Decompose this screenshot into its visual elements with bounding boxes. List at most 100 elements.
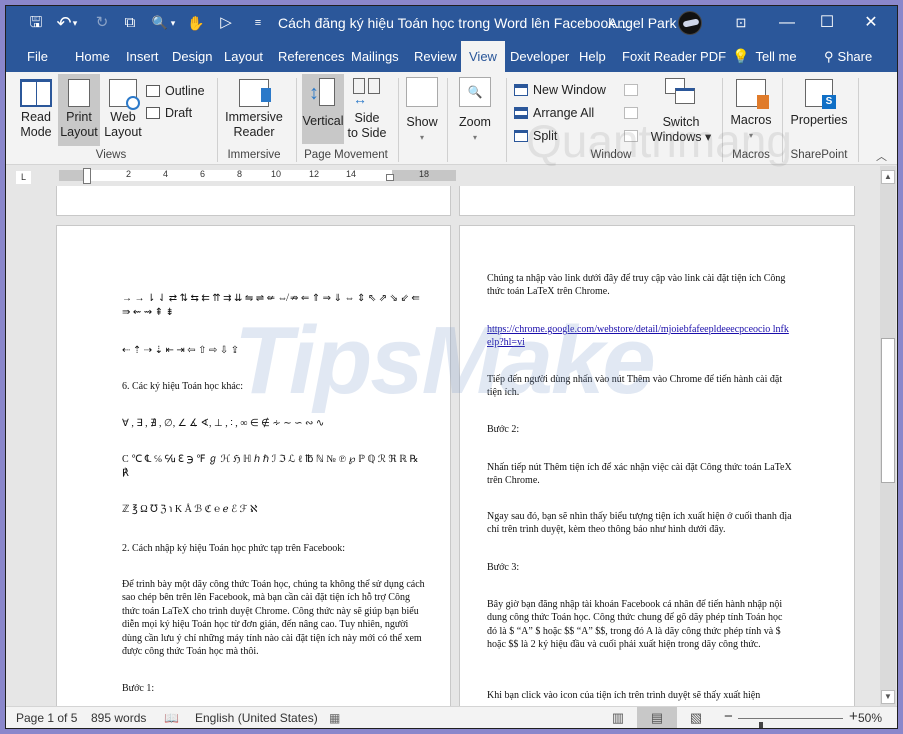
zoom-slider[interactable] [738, 718, 843, 728]
side-to-side-button[interactable]: ↔ Side to Side [346, 76, 388, 146]
tab-insert[interactable]: Insert [120, 41, 165, 72]
immersive-group-label: Immersive [227, 149, 281, 161]
customize-qat-icon[interactable]: ≡ [248, 13, 268, 33]
web-layout-label-2: Layout [104, 125, 142, 139]
print-layout-label-2: Layout [60, 125, 98, 139]
tab-foxit-reader-pdf[interactable]: Foxit Reader PDF [616, 41, 732, 72]
view-side-by-side-button[interactable] [624, 81, 638, 99]
arrange-all-label: Arrange All [533, 106, 595, 120]
page-count[interactable]: Page 1 of 5 [16, 711, 77, 725]
draft-icon [146, 107, 160, 119]
tell-me-box[interactable]: 💡 Tell me [726, 41, 803, 72]
save-icon[interactable]: 🖫 [26, 13, 46, 33]
immersive-reader-button[interactable]: Immersive Reader [224, 76, 284, 146]
maximize-button[interactable]: ☐ [804, 6, 850, 41]
zoom-dropdown-icon: ▾ [472, 133, 477, 142]
right-indent-marker[interactable] [386, 174, 394, 181]
zoom-slider-thumb[interactable] [759, 722, 764, 728]
tab-home[interactable]: Home [69, 41, 116, 72]
ruler-tick: 14 [346, 169, 357, 179]
synchronous-scrolling-button[interactable] [624, 104, 638, 122]
page-left: → → ⇂ ⇃ ⇄ ⇅ ⇆ ⇇ ⇈ ⇉ ⇊ ⇋ ⇌ ⇍ ⇎ ⇏ ⇐ ⇑ ⇒ ⇓ … [56, 225, 451, 706]
tab-review[interactable]: Review [408, 41, 463, 72]
word-count[interactable]: 895 words [91, 711, 146, 725]
scroll-up-arrow-icon[interactable]: ▲ [881, 170, 895, 184]
collapse-ribbon-icon[interactable]: ︿ [876, 148, 887, 164]
ruler-tick: 4 [163, 169, 169, 179]
read-mode-view-icon[interactable]: ▥ [598, 707, 638, 728]
ribbon-display-options-button[interactable]: ⊡ [718, 6, 764, 41]
outline-button[interactable]: Outline [146, 82, 205, 100]
title-bar: 🖫 ↶ ▾ ↻ ⧉ 🔍 ▾ ✋ ▷ ≡ Cách đăng ký hiệu To… [6, 6, 897, 41]
tab-references[interactable]: References [272, 41, 350, 72]
read-mode-button[interactable]: Read Mode [16, 76, 56, 146]
paragraph: Chúng ta nhập vào link dưới đây để truy … [487, 273, 786, 298]
vertical-scroll-icon: ↕ [309, 78, 337, 108]
tab-help[interactable]: Help [573, 41, 612, 72]
ruler-tick: 12 [309, 169, 320, 179]
web-layout-button[interactable]: Web Layout [102, 76, 144, 146]
macro-recording-icon[interactable]: ▦ [329, 711, 340, 725]
outline-label: Outline [165, 84, 205, 98]
zoom-level[interactable]: 50% [858, 711, 882, 725]
tab-design[interactable]: Design [166, 41, 218, 72]
tab-file[interactable]: File [21, 41, 54, 72]
split-button[interactable]: Split [514, 127, 557, 145]
close-button[interactable]: ✕ [848, 6, 894, 41]
touch-mode-icon[interactable]: ✋ [186, 13, 206, 33]
print-layout-button[interactable]: Print Layout [58, 74, 100, 146]
reset-window-position-button[interactable] [624, 127, 638, 145]
print-layout-view-icon[interactable]: ▤ [637, 707, 677, 728]
immersive-reader-label-1: Immersive [225, 110, 283, 124]
language[interactable]: English (United States) [195, 711, 318, 725]
arrange-all-button[interactable]: Arrange All [514, 104, 594, 122]
zoom-out-button[interactable]: − [724, 708, 733, 725]
step-heading: Bước 1: [122, 683, 155, 694]
tab-mailings[interactable]: Mailings [345, 41, 405, 72]
undo-dropdown-icon[interactable]: ▾ [70, 13, 80, 33]
print-preview-dropdown-icon[interactable]: ▾ [168, 13, 178, 33]
show-button[interactable]: Show ▾ [404, 76, 440, 146]
proofing-icon[interactable]: 📖 [164, 711, 179, 725]
properties-button[interactable]: S Properties [786, 76, 852, 146]
page-top-left [56, 186, 451, 216]
macros-group-label: Macros [732, 149, 770, 161]
redo-icon[interactable]: ↻ [92, 13, 112, 33]
switch-windows-button[interactable]: Switch Windows ▾ [650, 76, 712, 146]
zoom-in-button[interactable]: + [849, 708, 858, 725]
tab-selector[interactable]: L [16, 171, 31, 184]
show-dropdown-icon: ▾ [419, 133, 424, 142]
copy-format-icon[interactable]: ⧉ [120, 13, 140, 33]
macros-label: Macros [730, 113, 772, 127]
new-window-button[interactable]: New Window [514, 81, 606, 99]
new-window-label: New Window [533, 83, 606, 97]
paragraph: ℟ [122, 468, 129, 479]
draft-button[interactable]: Draft [146, 104, 192, 122]
zoom-button[interactable]: 🔍 Zoom ▾ [455, 76, 495, 146]
print-layout-label-1: Print [66, 110, 92, 124]
scrollbar-thumb[interactable] [881, 338, 895, 483]
web-layout-view-icon[interactable]: ▧ [676, 707, 716, 728]
indent-marker[interactable] [83, 168, 91, 184]
horizontal-ruler[interactable]: 2 4 6 8 10 12 14 18 [59, 168, 456, 184]
print-preview-icon[interactable]: 🔍 [150, 13, 170, 33]
tell-me-label: Tell me [755, 49, 797, 64]
zoom-label: Zoom [459, 115, 491, 129]
scroll-down-arrow-icon[interactable]: ▼ [881, 690, 895, 704]
show-icon [406, 77, 438, 107]
ruler-tick: 2 [126, 169, 132, 179]
tab-developer[interactable]: Developer [504, 41, 575, 72]
vertical-button[interactable]: ↕ Vertical [302, 74, 344, 144]
avatar[interactable] [678, 11, 702, 35]
tab-layout[interactable]: Layout [218, 41, 269, 72]
status-bar: Page 1 of 5 895 words 📖 English (United … [6, 706, 897, 728]
vertical-scrollbar[interactable]: ▲ ▼ [880, 166, 896, 706]
side-to-side-label-2: to Side [347, 126, 387, 140]
tab-view[interactable]: View [461, 41, 505, 72]
share-button[interactable]: ⚲ Share [818, 41, 878, 72]
macros-button[interactable]: Macros ▾ [728, 76, 774, 146]
document-canvas[interactable]: → → ⇂ ⇃ ⇄ ⇅ ⇆ ⇇ ⇈ ⇉ ⇊ ⇋ ⇌ ⇍ ⇎ ⇏ ⇐ ⇑ ⇒ ⇓ … [6, 186, 897, 706]
chrome-webstore-link[interactable]: https://chrome.google.com/webstore/detai… [487, 323, 792, 350]
user-name[interactable]: Angel Park [608, 15, 676, 31]
read-aloud-icon[interactable]: ▷ [216, 13, 236, 33]
